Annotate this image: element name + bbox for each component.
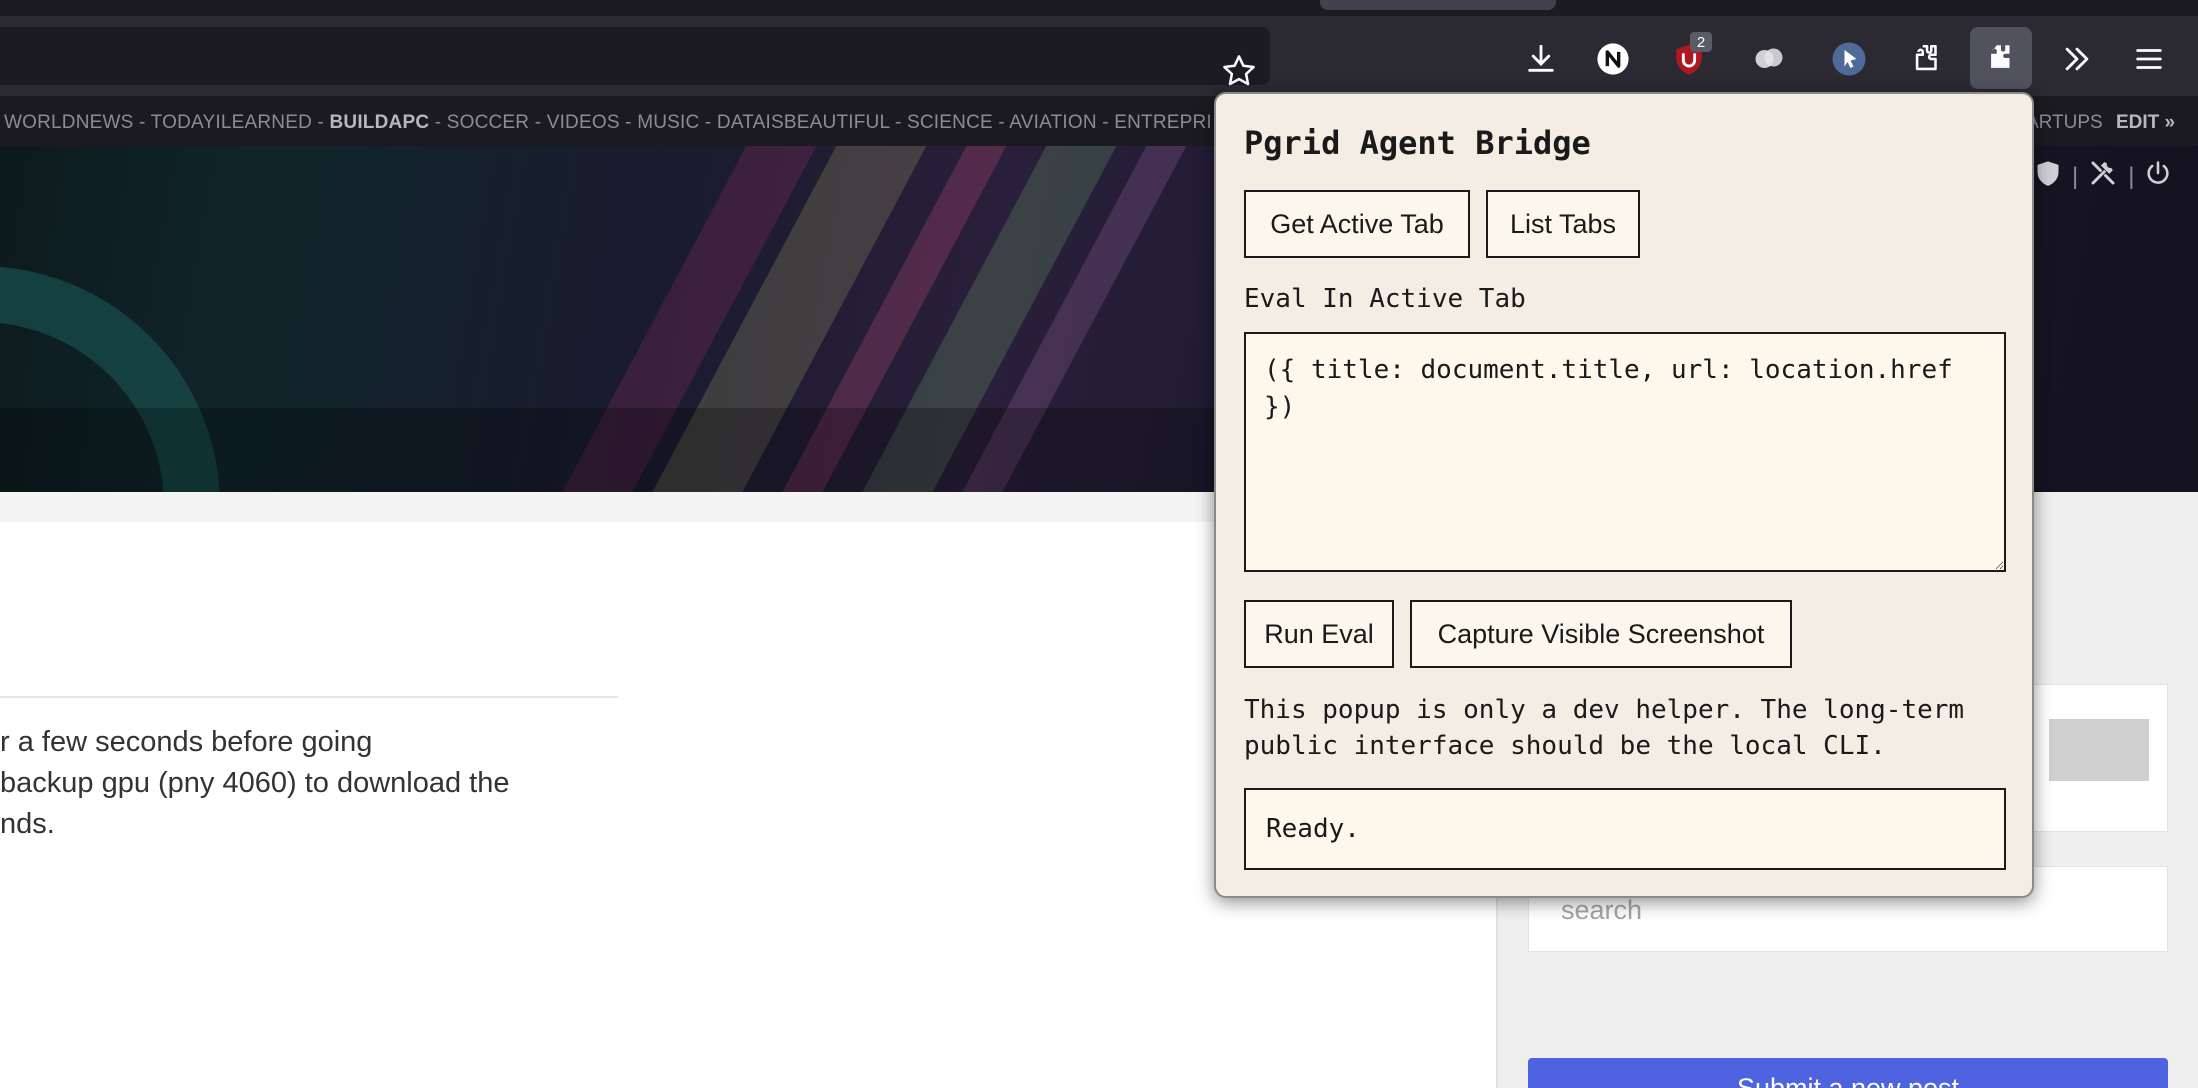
subreddit-links-end[interactable]: - SOCCER - VIDEOS - MUSIC - DATAISBEAUTI… (429, 112, 1212, 133)
subreddit-links[interactable]: WORLDNEWS - TODAYILEARNED - BUILDAPC - S… (4, 100, 1212, 146)
address-bar[interactable] (0, 27, 1270, 86)
capture-screenshot-button[interactable]: Capture Visible Screenshot (1410, 600, 1792, 668)
post-line: nds. (0, 808, 55, 840)
tool-separator: | (2128, 162, 2135, 190)
eval-label: Eval In Active Tab (1244, 284, 1526, 314)
n-extension-icon[interactable] (1590, 36, 1636, 82)
edit-subreddits-link[interactable]: EDIT » (2116, 100, 2175, 146)
subreddit-link-partial[interactable]: ARTUPS (2026, 100, 2103, 146)
subreddit-link-current[interactable]: BUILDAPC (329, 112, 429, 133)
overflow-chevrons-icon[interactable] (2054, 36, 2100, 82)
cloud-extension-icon[interactable] (1746, 36, 1792, 82)
ublock-badge: 2 (1690, 32, 1712, 52)
eval-code-input[interactable] (1244, 332, 2006, 572)
run-eval-button[interactable]: Run Eval (1244, 600, 1394, 668)
get-active-tab-button[interactable]: Get Active Tab (1244, 190, 1470, 258)
cursor-extension-icon[interactable] (1826, 36, 1872, 82)
header-tools: | | (2034, 158, 2172, 195)
post-line: backup gpu (pny 4060) to download the (0, 767, 510, 799)
shield-icon[interactable] (2034, 159, 2062, 194)
post-body: r a few seconds before going backup gpu … (0, 722, 620, 845)
browser-tab[interactable] (1320, 0, 1556, 10)
sidebar-box-button[interactable] (2049, 719, 2149, 781)
extensions-puzzle-icon[interactable] (1904, 36, 1950, 82)
submit-post-button[interactable]: Submit a new post (1528, 1058, 2168, 1088)
star-icon[interactable] (1220, 52, 1258, 90)
menu-hamburger-icon[interactable] (2126, 36, 2172, 82)
popup-title: Pgrid Agent Bridge (1244, 124, 1591, 162)
download-icon[interactable] (1518, 36, 1564, 82)
list-tabs-button[interactable]: List Tabs (1486, 190, 1640, 258)
tab-strip (0, 0, 2198, 16)
tools-icon[interactable] (2088, 158, 2118, 195)
banner-shade (0, 408, 1300, 492)
power-icon[interactable] (2144, 159, 2172, 194)
helper-text: This popup is only a dev helper. The lon… (1244, 695, 1965, 761)
extension-popup: Pgrid Agent Bridge Get Active Tab List T… (1214, 92, 2034, 898)
tool-separator: | (2072, 162, 2079, 190)
puzzle-active-icon[interactable] (1970, 27, 2032, 89)
subreddit-links-start[interactable]: WORLDNEWS - TODAYILEARNED - (4, 112, 329, 133)
ublock-icon[interactable]: 2 (1666, 32, 1712, 82)
browser-toolbar: 2 (0, 16, 2198, 96)
status-output: Ready. (1244, 788, 2006, 870)
post-line: r a few seconds before going (0, 726, 373, 758)
content-divider (0, 696, 618, 698)
